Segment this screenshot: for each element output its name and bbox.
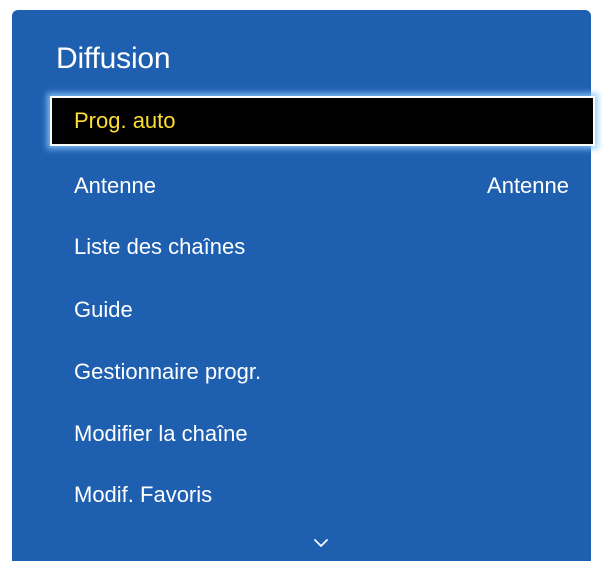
menu-item-modifier-la-chaine[interactable]: Modifier la chaîne bbox=[50, 409, 595, 459]
menu-item-liste-des-chaines[interactable]: Liste des chaînes bbox=[50, 222, 595, 272]
menu-item-modif-favoris[interactable]: Modif. Favoris bbox=[50, 470, 595, 520]
chevron-down-icon[interactable] bbox=[314, 536, 328, 550]
menu-item-label: Modifier la chaîne bbox=[74, 421, 248, 446]
menu-item-label: Prog. auto bbox=[74, 108, 176, 133]
menu-item-label: Liste des chaînes bbox=[74, 234, 246, 259]
menu-item-gestionnaire-progr[interactable]: Gestionnaire progr. bbox=[50, 347, 595, 397]
menu-item-label: Gestionnaire progr. bbox=[74, 359, 262, 384]
menu-item-value: Antenne bbox=[487, 173, 569, 198]
menu-item-label: Guide bbox=[74, 297, 133, 322]
menu-item-label: Modif. Favoris bbox=[74, 482, 213, 507]
menu-item-prog-auto[interactable]: Prog. auto bbox=[50, 96, 595, 146]
broadcast-menu-panel: Diffusion Prog. auto Antenne Antenne Lis… bbox=[12, 10, 595, 561]
menu-item-label: Antenne bbox=[74, 173, 156, 198]
menu-item-antenne[interactable]: Antenne Antenne bbox=[50, 161, 595, 211]
menu-title: Diffusion bbox=[56, 42, 171, 75]
menu-item-guide[interactable]: Guide bbox=[50, 285, 595, 335]
